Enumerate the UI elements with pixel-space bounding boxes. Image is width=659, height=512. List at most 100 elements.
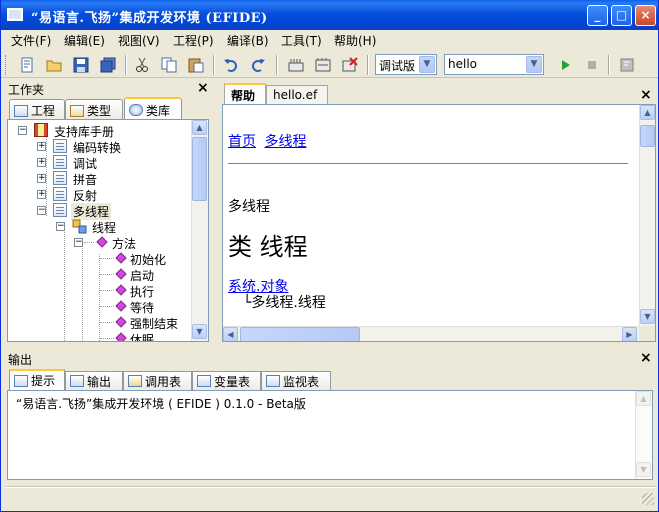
tree-method[interactable]: 强制结束 [130, 315, 178, 332]
library-tree[interactable]: − 支持库手册 + 编码转换 + 调试 + 拼音 + 反射 − 多线程 − 线程… [7, 119, 209, 342]
tree-expander[interactable]: − [74, 238, 83, 247]
workspace-close-icon[interactable]: × [197, 81, 209, 95]
open-folder-icon[interactable] [43, 54, 65, 75]
clean-icon[interactable] [339, 54, 361, 75]
scrollbar-thumb[interactable] [640, 125, 655, 147]
scroll-up-icon[interactable]: ▲ [636, 391, 651, 406]
tree-item-selected[interactable]: 多线程 [71, 203, 112, 220]
toolbar-grip[interactable] [5, 55, 8, 75]
build-config-value: 调试版 [379, 59, 416, 73]
scroll-left-icon[interactable]: ◀ [223, 327, 238, 341]
chevron-down-icon[interactable]: ▼ [526, 56, 542, 73]
stop-icon[interactable] [581, 54, 603, 75]
scroll-up-icon[interactable]: ▲ [192, 120, 207, 135]
build-config-select[interactable]: 调试版 ▼ [375, 54, 437, 75]
tree-method[interactable]: 执行 [130, 283, 154, 300]
tree-expander[interactable]: + [37, 142, 46, 151]
resize-grip[interactable] [642, 493, 654, 505]
tab-output[interactable]: 输出 [65, 371, 123, 390]
menu-file[interactable]: 文件(F) [11, 32, 51, 49]
tab-types[interactable]: 类型 [65, 99, 123, 119]
scroll-right-icon[interactable]: ▶ [622, 327, 637, 341]
menu-build[interactable]: 编译(B) [227, 32, 269, 49]
maximize-button[interactable]: □ [611, 5, 632, 26]
help-vertical-scrollbar[interactable]: ▲ ▼ [639, 105, 655, 326]
tree-root[interactable]: 支持库手册 [54, 123, 114, 140]
target-select[interactable]: hello ▼ [444, 54, 544, 75]
splitter[interactable] [1, 347, 658, 350]
editor-close-icon[interactable]: × [640, 88, 652, 102]
toolbar-separator [608, 55, 610, 75]
new-file-icon[interactable] [16, 54, 38, 75]
method-icon [115, 268, 127, 280]
nav-home-link[interactable]: 首页 [228, 134, 256, 150]
watch-icon [266, 375, 280, 387]
tab-project[interactable]: 工程 [9, 99, 65, 119]
tree-item[interactable]: 编码转换 [73, 139, 121, 156]
nav-multithread-link[interactable]: 多线程 [264, 134, 306, 150]
tree-expander[interactable]: + [37, 190, 46, 199]
tree-class[interactable]: 线程 [92, 219, 116, 236]
tab-hint[interactable]: 提示 [9, 369, 65, 390]
tree-expander[interactable]: − [37, 206, 46, 215]
save-all-icon[interactable] [97, 54, 119, 75]
output-textarea[interactable]: “易语言.飞扬”集成开发环境 ( EFIDE ) 0.1.0 - Beta版 ▲… [7, 390, 653, 480]
tree-method-group[interactable]: 方法 [112, 235, 136, 252]
chevron-down-icon[interactable]: ▼ [419, 56, 435, 73]
scroll-down-icon[interactable]: ▼ [192, 324, 207, 339]
window-title: “易语言.飞扬”集成开发环境 (EFIDE) [31, 11, 268, 26]
tree-expander[interactable]: + [37, 174, 46, 183]
tree-vertical-scrollbar[interactable]: ▲ ▼ [191, 120, 208, 341]
tree-item[interactable]: 调试 [73, 155, 97, 172]
tab-help[interactable]: 帮助 [224, 83, 266, 104]
document-icon [53, 187, 67, 201]
output-close-icon[interactable]: × [640, 351, 652, 365]
tree-item[interactable]: 拼音 [73, 171, 97, 188]
minimize-button[interactable]: _ [587, 5, 608, 26]
close-button[interactable]: × [635, 5, 656, 26]
scroll-down-icon[interactable]: ▼ [636, 462, 651, 477]
menu-edit[interactable]: 编辑(E) [64, 32, 105, 49]
tree-method[interactable]: 初始化 [130, 251, 166, 268]
tree-expander[interactable]: + [37, 158, 46, 167]
tab-library[interactable]: 类库 [124, 97, 182, 119]
scrollbar-thumb[interactable] [192, 137, 207, 201]
tab-hello-ef[interactable]: hello.ef [266, 85, 328, 104]
tree-connector [100, 274, 114, 275]
scroll-down-icon[interactable]: ▼ [640, 309, 655, 324]
tab-variables[interactable]: 变量表 [192, 371, 261, 390]
help-icon[interactable] [616, 54, 638, 75]
tree-expander[interactable]: − [56, 222, 65, 231]
menu-help[interactable]: 帮助(H) [334, 32, 376, 49]
tree-expander[interactable]: − [18, 126, 27, 135]
tree-method[interactable]: 休眠 [130, 331, 154, 341]
title-bar[interactable]: “易语言.飞扬”集成开发环境 (EFIDE) _ □ × [1, 0, 658, 30]
menu-tools[interactable]: 工具(T) [281, 32, 322, 49]
tab-variables-label: 变量表 [214, 374, 251, 389]
build-all-icon[interactable] [312, 54, 334, 75]
app-icon [7, 8, 23, 21]
workspace-header: 工作夹 [8, 83, 45, 97]
copy-icon[interactable] [158, 54, 180, 75]
toolbar-separator [367, 55, 369, 75]
cut-icon[interactable] [131, 54, 153, 75]
output-vertical-scrollbar[interactable]: ▲ ▼ [635, 391, 652, 479]
redo-icon[interactable] [247, 54, 269, 75]
method-icon [115, 316, 127, 328]
tree-item[interactable]: 反射 [73, 187, 97, 204]
menu-view[interactable]: 视图(V) [118, 32, 160, 49]
compile-icon[interactable] [285, 54, 307, 75]
save-icon[interactable] [70, 54, 92, 75]
scrollbar-thumb[interactable] [240, 327, 360, 341]
tree-method[interactable]: 启动 [130, 267, 154, 284]
scroll-up-icon[interactable]: ▲ [640, 105, 655, 120]
undo-icon[interactable] [220, 54, 242, 75]
tree-method[interactable]: 等待 [130, 299, 154, 316]
help-horizontal-scrollbar[interactable]: ◀ ▶ [223, 326, 639, 341]
tab-call-stack[interactable]: 调用表 [123, 371, 192, 390]
run-icon[interactable] [554, 54, 576, 75]
tab-watch[interactable]: 监视表 [261, 371, 331, 390]
paste-icon[interactable] [185, 54, 207, 75]
toolbar: 调试版 ▼ hello ▼ [1, 51, 658, 78]
menu-project[interactable]: 工程(P) [173, 32, 214, 49]
